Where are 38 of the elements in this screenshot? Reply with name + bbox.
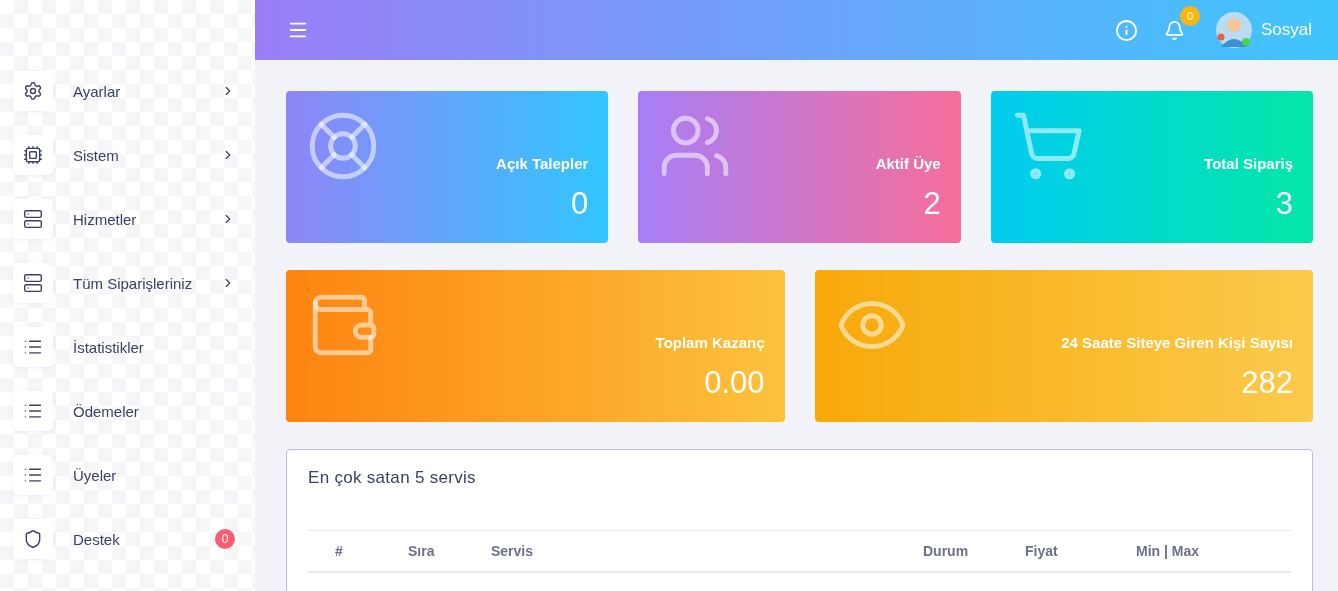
- column-header: #: [335, 543, 344, 559]
- column-header: Durum: [923, 543, 970, 559]
- server-icon: [13, 199, 53, 239]
- stat-title: Total Sipariş: [1204, 155, 1293, 172]
- chip-icon: [13, 135, 53, 175]
- column-header: Servis: [491, 543, 535, 559]
- sidebar-item[interactable]: İstatistikler: [0, 327, 255, 367]
- avatar-icon: [1214, 11, 1253, 49]
- list-icon: [13, 327, 53, 367]
- sidebar-item[interactable]: Hizmetler: [0, 199, 255, 239]
- sidebar-item[interactable]: Tüm Siparişleriniz: [0, 263, 255, 303]
- sidebar-item[interactable]: Sistem: [0, 135, 255, 175]
- stat-value: 0.00: [704, 365, 765, 401]
- info-icon[interactable]: [1114, 18, 1138, 42]
- sidebar-item[interactable]: Destek 0: [0, 519, 255, 559]
- stat-value: 282: [1241, 365, 1293, 401]
- list-icon: [13, 455, 53, 495]
- stat-value: 2: [923, 186, 941, 222]
- stat-value: 3: [1275, 186, 1293, 222]
- column-header: Min | Max: [1136, 543, 1201, 559]
- stat-value: 0: [571, 186, 589, 222]
- column-header: Sıra: [408, 543, 436, 559]
- stat-title: Aktif Üye: [875, 155, 941, 172]
- count-badge: 0: [215, 529, 235, 549]
- sidebar-item[interactable]: Üyeler: [0, 455, 255, 495]
- bell-icon[interactable]: [1163, 19, 1185, 41]
- list-icon: [13, 391, 53, 431]
- server-icon: [13, 263, 53, 303]
- notification-badge: 0: [1179, 5, 1200, 26]
- stat-title: Açık Talepler: [496, 155, 589, 172]
- shield-icon: [13, 519, 53, 559]
- sidebar-item[interactable]: Ayarlar: [0, 71, 255, 111]
- column-header: Fiyat: [1025, 543, 1059, 559]
- table-title: En çok satan 5 servis: [308, 468, 477, 488]
- sidebar-item[interactable]: Ödemeler: [0, 391, 255, 431]
- settings-icon: [13, 71, 53, 111]
- stat-title: Toplam Kazanç: [655, 334, 765, 351]
- stat-title: 24 Saate Siteye Giren Kişi Sayısı: [1061, 334, 1293, 351]
